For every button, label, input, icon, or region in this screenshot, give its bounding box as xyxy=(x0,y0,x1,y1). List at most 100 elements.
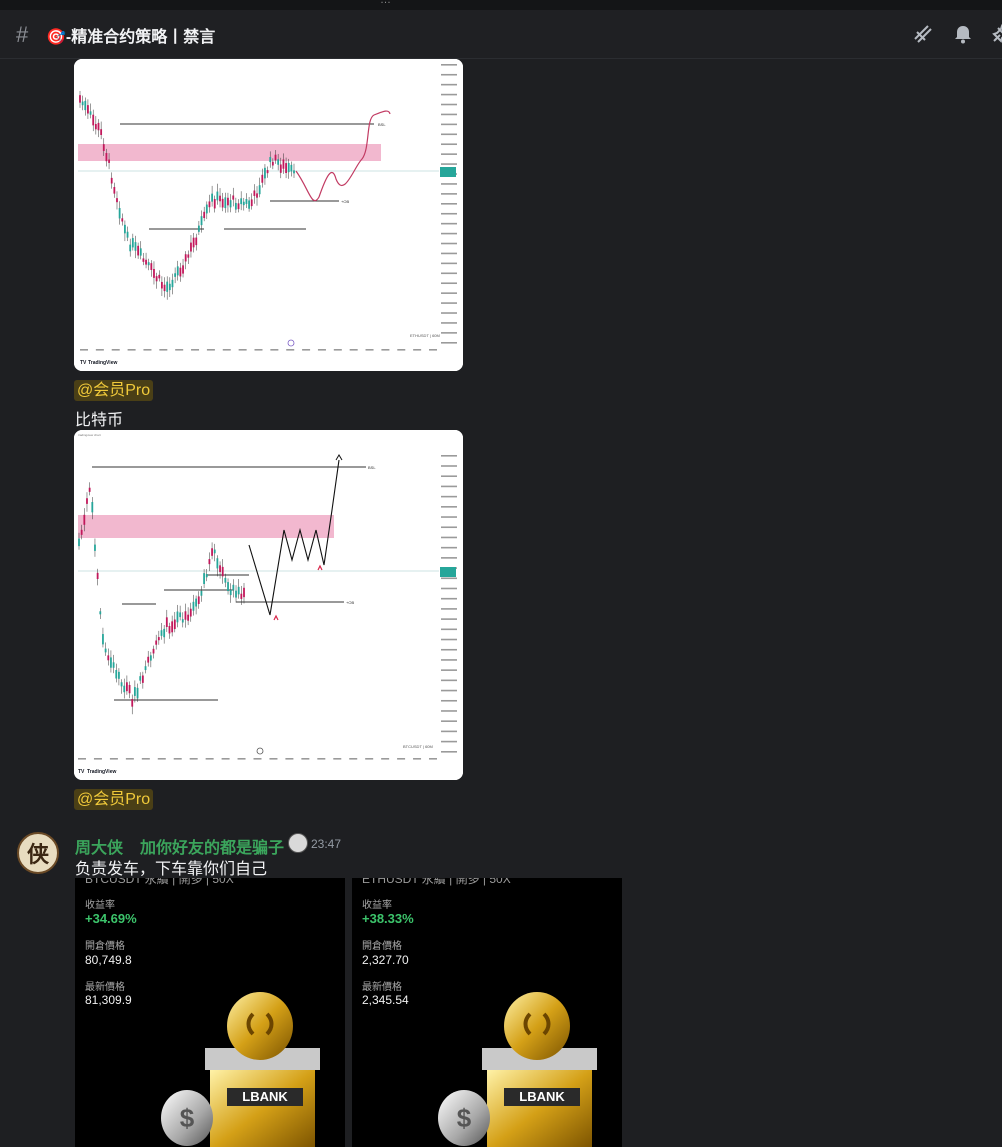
last-price-label: 最新價格 xyxy=(362,982,402,993)
hashtag-icon: # xyxy=(16,22,29,47)
eth-candle xyxy=(153,268,155,278)
btc-candle xyxy=(200,590,203,596)
btc-candle xyxy=(232,584,235,591)
btc-candle xyxy=(163,628,166,638)
eth-candle xyxy=(184,254,187,262)
eth-xtick xyxy=(159,349,168,351)
btc-candle xyxy=(128,684,131,694)
eth-candle xyxy=(163,284,166,292)
eth-candle xyxy=(216,191,219,201)
eth-xtick xyxy=(270,349,279,351)
eth-xtick xyxy=(191,349,200,351)
avatar[interactable]: 侠 xyxy=(17,832,59,874)
eth-candle xyxy=(213,199,216,209)
eth-candle xyxy=(219,195,221,202)
eth-xtick xyxy=(365,349,374,351)
btc-candle xyxy=(205,573,208,578)
btc-candle xyxy=(120,682,123,687)
btc-candle xyxy=(112,662,115,668)
btc-ytick xyxy=(441,699,457,702)
btc-ytick xyxy=(441,751,457,753)
eth-xtick xyxy=(254,349,263,351)
btc-candle xyxy=(173,619,176,630)
eth-candle xyxy=(242,201,245,206)
btc-candle xyxy=(237,586,240,595)
eth-candle xyxy=(89,111,92,115)
eth-ytick xyxy=(441,322,457,324)
btc-candle xyxy=(107,655,110,661)
eth-xtick xyxy=(206,349,215,351)
eth-candle xyxy=(250,199,253,207)
btc-candle xyxy=(213,549,216,554)
yield-value: +34.69% xyxy=(85,911,137,926)
eth-candle xyxy=(285,163,287,174)
btc-candle xyxy=(115,669,118,679)
btc-ytick xyxy=(441,536,457,539)
eth-ytick xyxy=(441,123,457,126)
btc-candle xyxy=(243,587,245,598)
btc-ytick xyxy=(441,475,457,478)
eth-candle xyxy=(271,161,274,166)
last-price-label: 最新價格 xyxy=(85,982,125,993)
yield-label: 收益率 xyxy=(362,900,392,911)
btc-chart-image[interactable]: tradingview chart BSL +OB BTCUSDT | 60M … xyxy=(74,430,463,780)
btc-ob-label: +OB xyxy=(346,600,354,605)
eth-candle xyxy=(116,198,118,203)
mention-member-pro-2[interactable]: @会员Pro xyxy=(74,789,154,810)
btc-candle xyxy=(184,611,187,620)
pin-icon[interactable] xyxy=(990,23,1002,45)
btc-candle xyxy=(80,529,83,535)
btc-candle xyxy=(155,640,158,645)
channel-header: # 🎯-精准合约策略丨禁言 xyxy=(0,10,1002,59)
eth-candle xyxy=(102,144,105,151)
btc-xtick xyxy=(365,758,374,760)
eth-ytick xyxy=(441,203,457,205)
btc-ytick xyxy=(441,648,457,651)
eth-xtick xyxy=(349,349,358,351)
btc-bsl-label: BSL xyxy=(368,465,376,470)
eth-chart-image[interactable]: BSL +OB ETHUSDT | 60M TV TradingView xyxy=(74,59,463,371)
bell-icon[interactable] xyxy=(952,23,974,45)
eth-candle xyxy=(290,164,293,172)
btc-candle xyxy=(229,589,232,596)
eth-candle xyxy=(100,129,103,135)
open-price-value: 2,327.70 xyxy=(362,953,409,967)
eth-candle xyxy=(179,267,182,277)
eth-candle xyxy=(293,170,295,174)
eth-chart-svg: BSL +OB ETHUSDT | 60M TV TradingView xyxy=(74,59,463,371)
eth-candle xyxy=(234,202,237,210)
gold-coin-jar-icon: LBANK $ xyxy=(438,992,597,1147)
btc-candle xyxy=(187,614,190,621)
btc-candle xyxy=(152,648,155,654)
eth-candle xyxy=(113,187,116,194)
btc-xtick xyxy=(221,758,230,760)
eth-ob-label: +OB xyxy=(341,199,349,204)
eth-candle xyxy=(282,159,285,169)
eth-candle xyxy=(221,198,224,208)
eth-candle xyxy=(264,167,266,179)
btc-candle xyxy=(110,657,112,668)
last-price-value: 81,309.9 xyxy=(85,993,132,1007)
eth-ytick xyxy=(441,83,457,86)
btc-ytick xyxy=(441,557,457,559)
btc-candle xyxy=(131,698,134,707)
svg-text:TV: TV xyxy=(80,360,87,366)
pnl-card-eth[interactable]: ETHUSDT 永續 | 開多 | 50X 收益率 +38.33% 開倉價格 2… xyxy=(352,878,622,1147)
eth-xtick xyxy=(143,349,152,351)
eth-ytick xyxy=(441,183,457,185)
message-timestamp: 23:47 xyxy=(311,837,342,851)
eth-candle xyxy=(145,259,147,265)
pnl-card-btc[interactable]: BTCUSDT 永續 | 開多 | 50X 收益率 +34.69% 開倉價格 8… xyxy=(75,878,345,1147)
eth-candle xyxy=(168,283,171,291)
eth-candle xyxy=(142,258,145,262)
btc-xtick xyxy=(141,758,150,760)
eth-ytick xyxy=(441,193,457,195)
btc-candle xyxy=(168,625,171,634)
eth-candle xyxy=(261,174,264,183)
btc-ytick xyxy=(441,546,457,549)
mention-member-pro[interactable]: @会员Pro xyxy=(74,380,154,401)
eth-ytick xyxy=(441,143,457,146)
eth-candle xyxy=(110,177,113,184)
eth-candle xyxy=(253,190,256,196)
threads-icon[interactable] xyxy=(912,23,934,45)
